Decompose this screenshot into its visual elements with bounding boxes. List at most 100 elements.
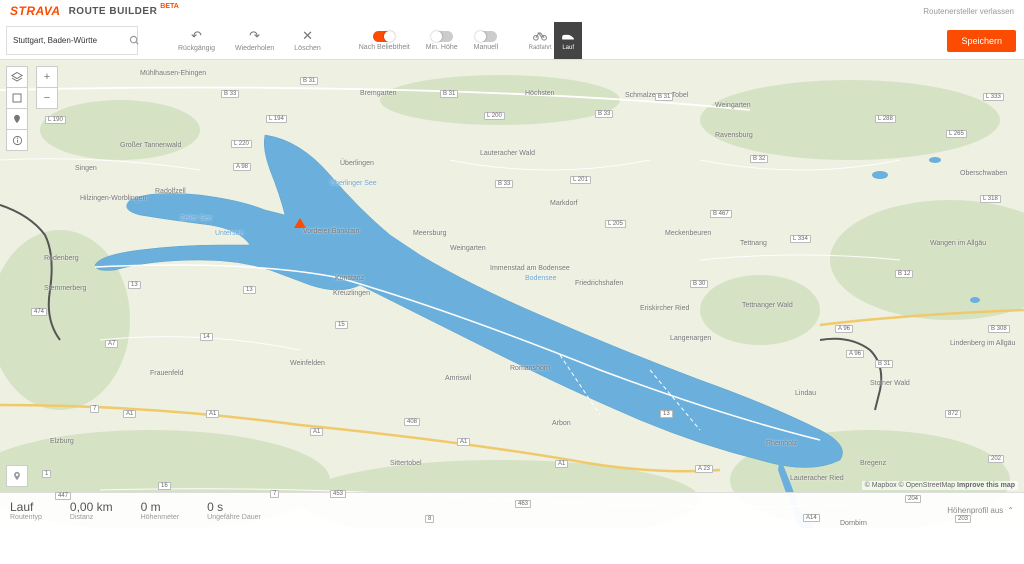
road-shield: B 467 xyxy=(710,210,732,218)
road-shield: A1 xyxy=(123,410,136,418)
place-label: Weingarten xyxy=(715,102,751,109)
search-input[interactable] xyxy=(7,36,129,45)
manual-label: Manuell xyxy=(474,44,499,51)
minelev-toggle[interactable]: Min. Höhe xyxy=(418,31,466,51)
place-label: Lauteracher Ried xyxy=(790,475,844,482)
place-label: Arbon xyxy=(552,420,571,427)
place-label: Weingarten xyxy=(450,245,486,252)
zoom-controls: + − xyxy=(36,66,58,108)
road-shield: A14 xyxy=(803,514,820,522)
close-icon: ✕ xyxy=(302,29,313,43)
road-shield: 453 xyxy=(330,490,346,498)
road-shield: L 205 xyxy=(605,220,626,228)
sport-bike[interactable]: Radfahrt xyxy=(526,22,554,59)
popularity-toggle[interactable]: Nach Beliebtheit xyxy=(351,31,418,51)
place-label: Oberschwaben xyxy=(960,170,1007,177)
place-label: Kreuzlingen xyxy=(333,290,370,297)
place-label: Mühlhausen-Ehingen xyxy=(140,70,206,77)
road-shield: 447 xyxy=(55,492,71,500)
road-shield: L 333 xyxy=(983,93,1004,101)
stat-time-label: Ungefähre Dauer xyxy=(207,514,261,521)
water-label: Überlinger See xyxy=(330,180,377,187)
place-label: Bremgarten xyxy=(360,90,397,97)
map-attribution[interactable]: © Mapbox © OpenStreetMap Improve this ma… xyxy=(862,481,1018,490)
redo-button[interactable]: ↷ Wiederholen xyxy=(225,29,284,52)
search-box xyxy=(6,26,138,55)
place-label: Stemmerberg xyxy=(44,285,86,292)
place-label: Rodenberg xyxy=(44,255,79,262)
road-shield: 13 xyxy=(243,286,256,294)
road-shield: A1 xyxy=(206,410,219,418)
road-shield: 16 xyxy=(158,482,171,490)
road-shield: B 31 xyxy=(875,360,893,368)
road-shield: B 31 xyxy=(655,93,673,101)
road-shield: B 33 xyxy=(221,90,239,98)
stat-time-value: 0 s xyxy=(207,500,261,514)
save-button[interactable]: Speichern xyxy=(947,30,1016,52)
road-shield: L 265 xyxy=(946,130,967,138)
undo-button[interactable]: ↶ Rückgängig xyxy=(168,29,225,52)
road-shield: A 96 xyxy=(835,325,853,333)
bike-icon xyxy=(533,30,547,44)
popularity-label: Nach Beliebtheit xyxy=(359,44,410,51)
segments-button[interactable] xyxy=(6,87,28,109)
road-shield: B 30 xyxy=(690,280,708,288)
road-shield: 202 xyxy=(988,455,1004,463)
layers-button[interactable] xyxy=(6,66,28,88)
map[interactable]: Mühlhausen-EhingenHöchstenSchmalzegger T… xyxy=(0,60,1024,528)
place-label: Friedrichshafen xyxy=(575,280,623,287)
waypoint-button[interactable] xyxy=(6,108,28,130)
place-label: Romanshorn xyxy=(510,365,550,372)
place-label: Tettnang xyxy=(740,240,767,247)
place-label: Amriswil xyxy=(445,375,471,382)
stat-type: Lauf Routentyp xyxy=(10,500,42,521)
shoe-icon xyxy=(561,30,575,44)
clear-button[interactable]: ✕ Löschen xyxy=(284,29,330,52)
road-shield: 13 xyxy=(660,410,673,418)
road-shield: 7 xyxy=(270,490,279,498)
stat-elevation: 0 m Höhenmeter xyxy=(141,500,180,521)
place-label: Ravensburg xyxy=(715,132,753,139)
place-label: Konstanz xyxy=(335,275,364,282)
place-label: Langenargen xyxy=(670,335,711,342)
place-label: Tettnanger Wald xyxy=(742,302,793,309)
water-label: Untersee xyxy=(215,230,243,237)
elevation-profile-toggle[interactable]: Höhenprofil aus ⌃ xyxy=(947,506,1014,515)
road-shield: L 318 xyxy=(980,195,1001,203)
place-label: Frauenfeld xyxy=(150,370,183,377)
manual-toggle[interactable]: Manuell xyxy=(466,31,507,51)
search-icon[interactable] xyxy=(129,35,140,46)
road-shield: 15 xyxy=(335,321,348,329)
place-label: Radolfzell xyxy=(155,188,186,195)
place-label: Immenstad am Bodensee xyxy=(490,265,570,272)
stat-distance-label: Distanz xyxy=(70,514,113,521)
road-shield: B 308 xyxy=(988,325,1010,333)
stat-elev-label: Höhenmeter xyxy=(141,514,180,521)
map-canvas xyxy=(0,60,1024,528)
place-label: Stoiner Wald xyxy=(870,380,910,387)
run-label: Lauf xyxy=(562,45,574,51)
place-label: Überlingen xyxy=(340,160,374,167)
place-label: Elzburg xyxy=(50,438,74,445)
sport-run[interactable]: Lauf xyxy=(554,22,582,59)
place-label: Dornbirn xyxy=(840,520,867,527)
info-button[interactable] xyxy=(6,129,28,151)
road-shield: B 12 xyxy=(895,270,913,278)
road-shield: B 33 xyxy=(495,180,513,188)
chevron-up-icon: ⌃ xyxy=(1007,506,1014,515)
zoom-in-button[interactable]: + xyxy=(36,66,58,88)
minelev-label: Min. Höhe xyxy=(426,44,458,51)
road-shield: 8 xyxy=(425,515,434,523)
redo-icon: ↷ xyxy=(249,29,260,43)
locate-button[interactable] xyxy=(6,465,28,486)
exit-link[interactable]: Routenersteller verlassen xyxy=(923,7,1014,16)
road-shield: 872 xyxy=(945,410,961,418)
water-label: Bodensee xyxy=(525,275,557,282)
road-shield: L 190 xyxy=(45,116,66,124)
place-label: Lindau xyxy=(795,390,816,397)
place-label: Eriskircher Ried xyxy=(640,305,689,312)
stat-time: 0 s Ungefähre Dauer xyxy=(207,500,261,521)
place-label: Meersburg xyxy=(413,230,446,237)
zoom-out-button[interactable]: − xyxy=(36,87,58,109)
road-shield: 408 xyxy=(404,418,420,426)
